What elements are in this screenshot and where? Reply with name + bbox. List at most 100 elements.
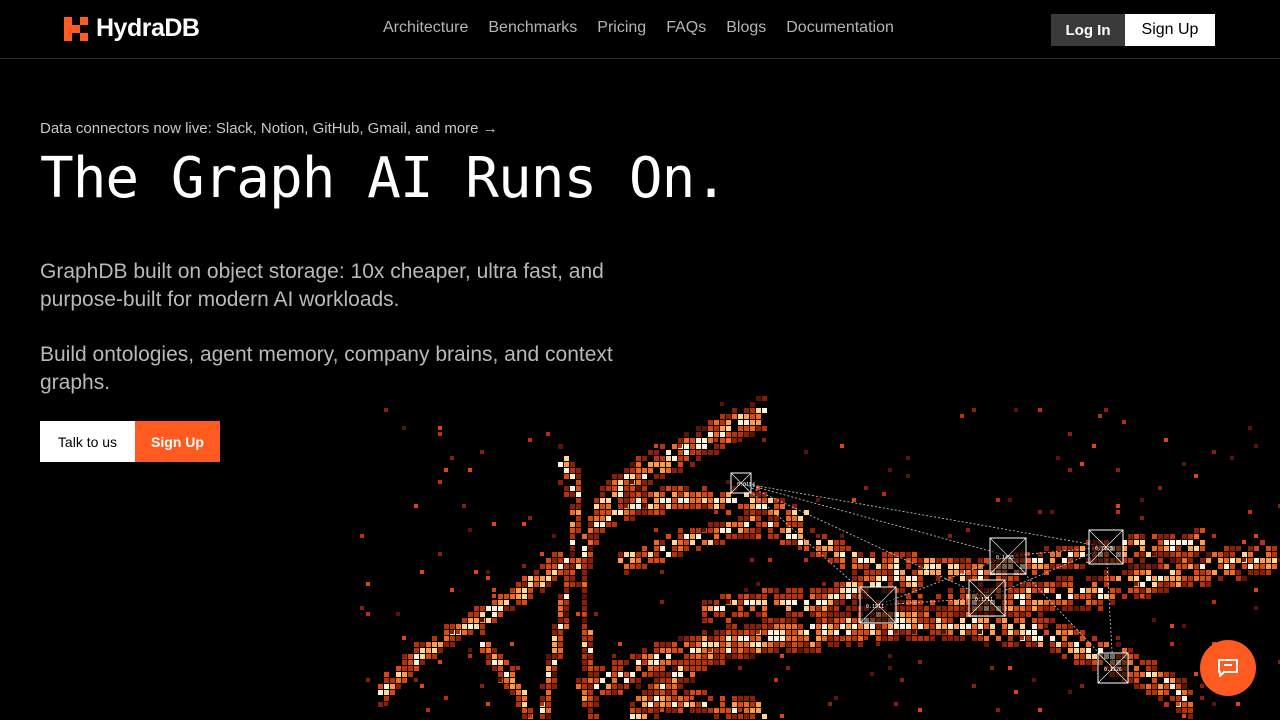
pixel-cell [1170, 570, 1175, 575]
pixel-cell [834, 588, 839, 593]
pixel-cell [642, 696, 647, 701]
pixel-cell [822, 636, 827, 641]
pixel-cell [978, 618, 983, 623]
pixel-cell [642, 486, 647, 491]
nav-documentation[interactable]: Documentation [786, 19, 894, 37]
pixel-scatter [756, 630, 760, 634]
pixel-cell [1200, 570, 1205, 575]
pixel-cell [1080, 594, 1085, 599]
nav-pricing[interactable]: Pricing [597, 19, 646, 37]
pixel-cell [840, 540, 845, 545]
pixel-cell [822, 636, 827, 641]
pixel-cell [672, 702, 677, 707]
chat-launcher-button[interactable] [1200, 640, 1256, 696]
pixel-cell [648, 672, 653, 677]
pixel-cell [792, 642, 797, 647]
pixel-cell [594, 696, 599, 701]
pixel-cell [912, 606, 917, 611]
pixel-cell [570, 534, 575, 539]
pixel-cell [588, 714, 593, 719]
pixel-cell [1074, 648, 1079, 653]
nav-blogs[interactable]: Blogs [726, 19, 766, 37]
pixel-cell [804, 636, 809, 641]
pixel-cell [576, 564, 581, 569]
pixel-cell [840, 618, 845, 623]
pixel-cell [1158, 546, 1163, 551]
pixel-cell [930, 618, 935, 623]
pixel-cell [972, 606, 977, 611]
pixel-cell [1074, 642, 1079, 647]
pixel-cell [786, 636, 791, 641]
pixel-cell [966, 588, 971, 593]
pixel-cell [588, 684, 593, 689]
pixel-cell [1164, 540, 1169, 545]
pixel-scatter [852, 594, 856, 598]
pixel-cell [600, 486, 605, 491]
nav-architecture[interactable]: Architecture [383, 19, 468, 37]
pixel-cell [702, 438, 707, 443]
pixel-cell [720, 696, 725, 701]
pixel-cell [1116, 666, 1121, 671]
pixel-cell [972, 612, 977, 617]
pixel-cell [432, 642, 437, 647]
pixel-cell [1152, 672, 1157, 677]
pixel-scatter [1152, 618, 1156, 622]
pixel-scatter [366, 678, 370, 682]
pixel-cell [1008, 594, 1013, 599]
pixel-cell [1080, 660, 1085, 665]
pixel-scatter [1200, 684, 1204, 688]
pixel-cell [1230, 570, 1235, 575]
signup-button-header[interactable]: Sign Up [1125, 14, 1215, 46]
pixel-cell [444, 624, 449, 629]
pixel-cell [630, 558, 635, 563]
pixel-cell [744, 516, 749, 521]
pixel-cell [888, 630, 893, 635]
pixel-cell [522, 582, 527, 587]
pixel-scatter [1182, 714, 1186, 718]
pixel-cell [516, 702, 521, 707]
pixel-scatter [738, 708, 742, 712]
announcement-link[interactable]: Data connectors now live: Slack, Notion,… [40, 120, 498, 137]
pixel-cell [1176, 564, 1181, 569]
pixel-cell [954, 606, 959, 611]
pixel-cell [654, 648, 659, 653]
pixel-cell [684, 456, 689, 461]
pixel-cell [900, 618, 905, 623]
pixel-cell [588, 714, 593, 719]
pixel-cell [708, 618, 713, 623]
pixel-cell [936, 570, 941, 575]
pixel-cell [1026, 564, 1031, 569]
pixel-cell [618, 684, 623, 689]
pixel-cell [756, 612, 761, 617]
pixel-cell [654, 690, 659, 695]
pixel-cell [870, 618, 875, 623]
pixel-cell [648, 450, 653, 455]
pixel-cell [486, 654, 491, 659]
pixel-cell [570, 546, 575, 551]
pixel-cell [582, 576, 587, 581]
pixel-cell [660, 510, 665, 515]
signup-button-hero[interactable]: Sign Up [135, 421, 220, 462]
pixel-cell [516, 582, 521, 587]
pixel-cell [744, 642, 749, 647]
pixel-cell [558, 600, 563, 605]
pixel-cell [714, 648, 719, 653]
pixel-cell [996, 606, 1001, 611]
nav-benchmarks[interactable]: Benchmarks [488, 19, 577, 37]
brand-logo[interactable]: HydraDB [64, 14, 200, 43]
login-button[interactable]: Log In [1051, 14, 1125, 46]
talk-to-us-button[interactable]: Talk to us [40, 421, 135, 462]
pixel-cell [588, 648, 593, 653]
nav-faqs[interactable]: FAQs [666, 19, 706, 37]
pixel-cell [660, 684, 665, 689]
pixel-cell [1260, 570, 1265, 575]
pixel-cell [510, 678, 515, 683]
pixel-cell [750, 630, 755, 635]
pixel-cell [576, 516, 581, 521]
pixel-scatter [366, 612, 370, 616]
pixel-cell [1182, 576, 1187, 581]
pixel-cell [726, 594, 731, 599]
pixel-cell [882, 624, 887, 629]
pixel-cell [816, 540, 821, 545]
pixel-cell [738, 426, 743, 431]
